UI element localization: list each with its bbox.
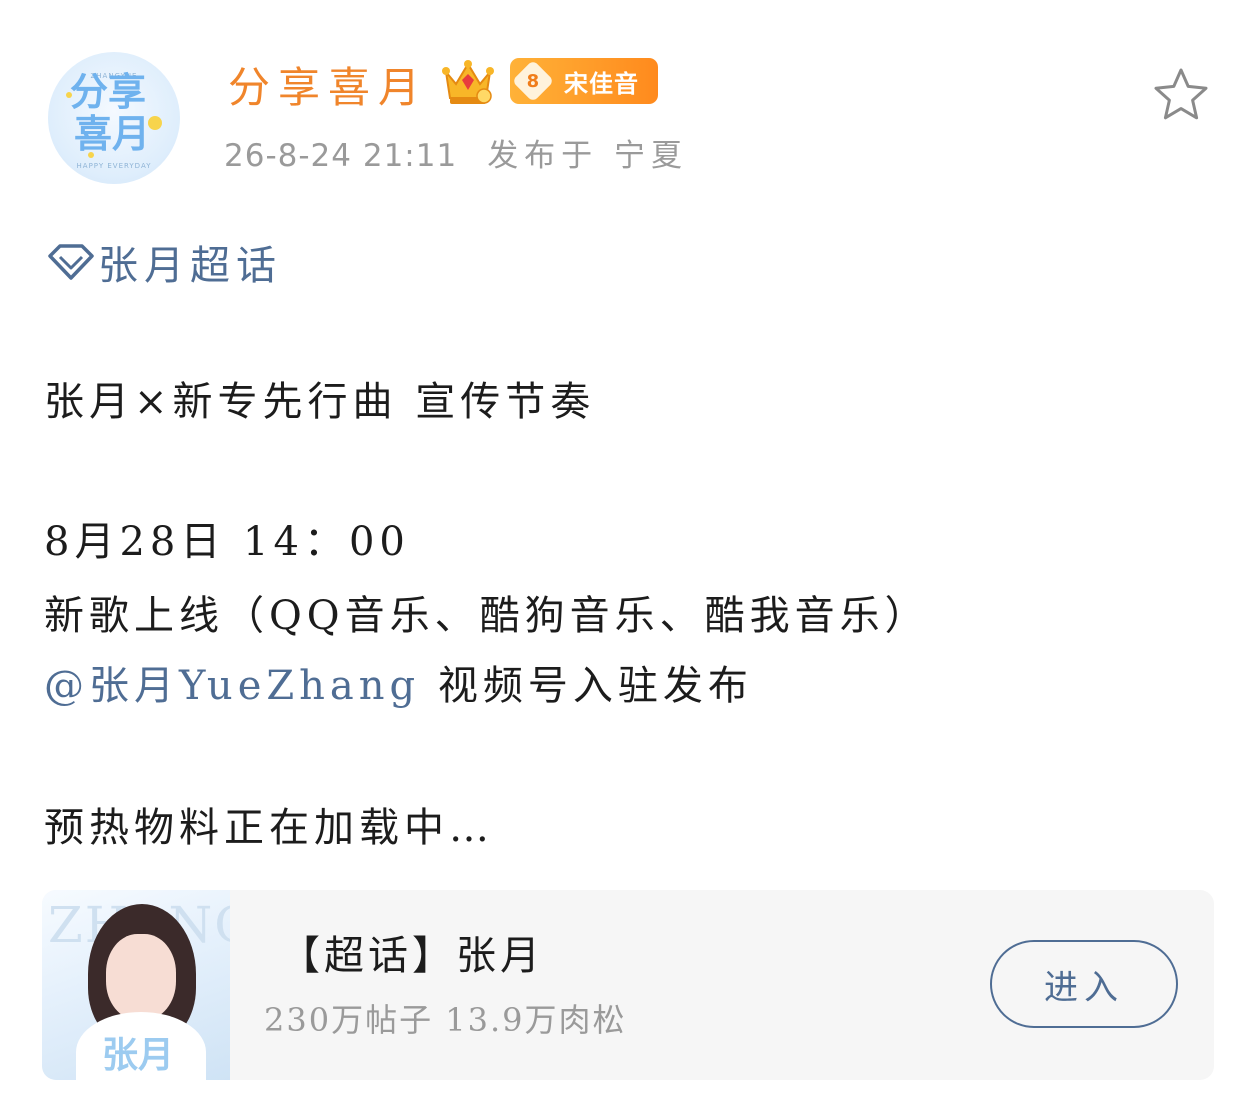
- fan-badge-name: 宋佳音: [564, 69, 639, 98]
- post-text-segment: 视频号入驻发布: [420, 663, 753, 709]
- avatar-text-line2: 喜月: [74, 112, 151, 156]
- post-text-line: @张月YueZhang 视频号入驻发布: [44, 658, 753, 714]
- author-avatar[interactable]: ZHANGYUE 分享 喜月 HAPPY EVERYDAY: [48, 52, 180, 184]
- fan-badge[interactable]: 8 宋佳音: [510, 58, 658, 104]
- post-text-line: 张月×新专先行曲 宣传节奏: [44, 379, 596, 425]
- author-name[interactable]: 分享喜月: [228, 62, 428, 114]
- fan-level-icon: 8: [511, 59, 555, 103]
- avatar-heart-decoration: [148, 116, 162, 130]
- topic-card[interactable]: ZHANG 张月 【超话】张月 230万帖子 13.9万肉松 进入: [42, 890, 1214, 1080]
- mention-link[interactable]: @张月YueZhang: [44, 663, 420, 709]
- post-meta: 26-8-24 21:11 发布于 宁夏: [224, 136, 688, 176]
- star-icon[interactable]: [1150, 64, 1212, 126]
- topic-label: 张月超话: [98, 243, 282, 289]
- avatar-dot-decoration: [88, 152, 94, 158]
- diamond-icon: [48, 244, 94, 280]
- topic-card-stats: 230万帖子 13.9万肉松: [264, 1001, 627, 1039]
- thumbnail-face: [106, 934, 176, 1020]
- post-timestamp: 26-8-24 21:11: [224, 138, 458, 174]
- topic-card-title: 【超话】张月: [280, 933, 544, 979]
- avatar-text-bottom: HAPPY EVERYDAY: [76, 162, 152, 170]
- post-text-line: 新歌上线（QQ音乐、酷狗音乐、酷我音乐）: [44, 593, 930, 639]
- enter-button[interactable]: 进入: [990, 940, 1178, 1028]
- topic-link[interactable]: 张月超话: [46, 234, 282, 290]
- thumbnail-name: 张月: [102, 1034, 175, 1076]
- post-location: 发布于 宁夏: [487, 138, 689, 174]
- avatar-dot-decoration: [66, 92, 72, 98]
- topic-card-thumbnail: ZHANG 张月: [42, 890, 230, 1080]
- avatar-text-line1: 分享: [70, 70, 147, 114]
- fan-level: 8: [526, 70, 540, 92]
- post-text-line: 8月28日 14：00: [44, 519, 410, 565]
- crown-icon[interactable]: [440, 58, 496, 108]
- post-text-line: 预热物料正在加载中…: [44, 805, 494, 851]
